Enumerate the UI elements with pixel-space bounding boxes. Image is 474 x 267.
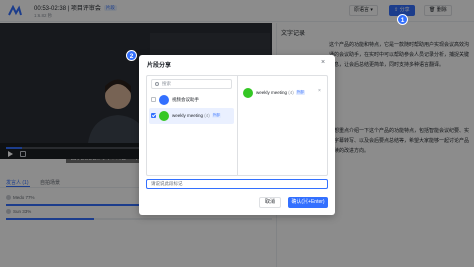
search-placeholder: 搜索 (162, 81, 171, 86)
group-avatar (243, 88, 253, 98)
contact-checkbox[interactable] (151, 113, 156, 118)
share-clip-dialog: 片段分享 × 搜索 视频会议助手 weekly meeting (4) 外部 we… (139, 55, 335, 215)
confirm-button[interactable]: 确认(⌘+Enter) (288, 197, 328, 208)
contact-item[interactable]: weekly meeting (4) 外部 (149, 108, 234, 124)
callout-badge-1: 1 (397, 14, 408, 25)
contact-label: weekly meeting (4) 外部 (172, 113, 221, 118)
search-icon (155, 82, 159, 86)
contact-item[interactable]: 视频会议助手 (149, 92, 234, 108)
selected-recipient-label: weekly meeting (4) 外部 (256, 90, 305, 95)
close-icon[interactable]: × (321, 59, 325, 66)
remove-recipient-icon[interactable]: × (318, 88, 321, 94)
search-input[interactable]: 搜索 (151, 79, 232, 89)
group-avatar (159, 95, 169, 105)
cancel-button[interactable]: 取消 (259, 197, 281, 208)
contact-label: 视频会议助手 (172, 97, 199, 102)
group-avatar (159, 111, 169, 121)
contact-checkbox[interactable] (151, 97, 156, 102)
selected-recipient: weekly meeting (4) 外部 × (241, 87, 325, 99)
note-placeholder: 请说说此段标记 (151, 181, 183, 186)
callout-badge-2: 2 (126, 50, 137, 61)
dialog-divider (237, 75, 238, 176)
dialog-title: 片段分享 (147, 63, 172, 69)
note-input[interactable]: 请说说此段标记 (146, 179, 328, 189)
